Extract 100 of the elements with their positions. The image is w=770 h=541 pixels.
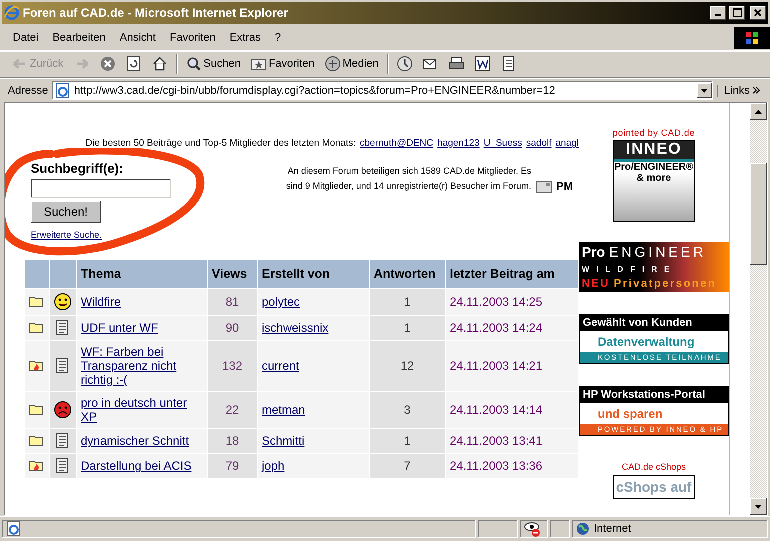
links-button[interactable]: Links <box>717 84 766 97</box>
column-header: Erstellt von <box>258 260 369 288</box>
search-button[interactable]: Suchen! <box>31 201 101 224</box>
menu-item[interactable]: Bearbeiten <box>46 30 113 46</box>
topic-link[interactable]: pro in deutsch unter XP <box>81 396 203 424</box>
table-cell: 12 <box>370 341 445 392</box>
smiley-icon <box>54 293 72 312</box>
column-header: Thema <box>77 260 207 288</box>
document-icon <box>56 358 70 374</box>
scroll-down-icon <box>755 504 762 509</box>
address-field[interactable]: http://ww3.cad.de/cgi-bin/ubb/forumdisplay.cgi?action=topics&forum=Pro+ENGINEER&number=12 <box>52 81 714 100</box>
document-icon <box>56 458 70 474</box>
column-header: Antworten <box>370 260 445 288</box>
search-label: Suchbegriff(e): <box>31 161 124 176</box>
sad-face-icon <box>54 401 72 420</box>
column-header: letzter Beitrag am <box>446 260 578 288</box>
topic-link[interactable]: dynamischer Schnitt <box>81 434 190 448</box>
table-cell: 18 <box>208 429 257 454</box>
scroll-thumb[interactable] <box>750 163 767 266</box>
topic-link[interactable]: Darstellung bei ACIS <box>81 459 192 474</box>
menu-item[interactable]: Favoriten <box>162 30 223 46</box>
menu-item[interactable]: Ansicht <box>112 30 163 46</box>
minimize-button[interactable] <box>710 6 726 20</box>
table-cell: 3 <box>370 392 445 428</box>
advanced-search-link[interactable]: Erweiterte Suche. <box>31 230 171 240</box>
author-link[interactable]: polytec <box>262 295 300 310</box>
document-icon <box>56 320 70 336</box>
table-cell: 1 <box>370 289 445 316</box>
banner-text: NEU <box>582 278 610 290</box>
author-link[interactable]: joph <box>262 459 285 474</box>
home-icon <box>152 56 168 72</box>
windows-logo-icon <box>734 26 770 49</box>
dropdown-button[interactable] <box>697 83 712 98</box>
media-button[interactable]: Medien <box>320 54 383 74</box>
header-cell <box>25 260 49 288</box>
privacy-icon <box>524 521 542 538</box>
topic-link[interactable]: WF: Farben bei Transparenz nicht richtig :-( <box>81 345 203 388</box>
page-icon <box>6 521 22 538</box>
scroll-up-icon <box>755 110 762 114</box>
top-members-text: Die besten 50 Beiträge und Top-5 Mitglieder des letzten Monats: <box>86 138 356 150</box>
table-cell: 24.11.2003 14:14 <box>446 392 578 428</box>
address-label: Adresse <box>8 84 48 97</box>
banner-text: WILDFIRE <box>582 264 678 274</box>
banner-text: Privatpersonen <box>614 278 717 290</box>
banner-text: Pro/ENGINEER® <box>614 162 694 174</box>
favorites-button[interactable]: Favoriten <box>246 54 319 74</box>
inneo-banner[interactable]: INNEO Pro/ENGINEER® & more <box>613 140 695 222</box>
shop-caption: CAD.de cShops <box>622 462 686 472</box>
menu-item[interactable]: Extras <box>222 30 268 46</box>
close-button[interactable] <box>750 6 766 20</box>
banner-text: und sparen <box>597 406 664 423</box>
table-cell: 7 <box>370 454 445 478</box>
document-icon <box>500 56 517 72</box>
table-cell: 81 <box>208 289 257 316</box>
chevron-icon <box>753 87 760 94</box>
banner-text: Gewählt von Kunden <box>580 315 728 332</box>
table-cell: 24.11.2003 14:25 <box>446 289 578 316</box>
sponsor-caption: pointed by CAD.de <box>612 128 696 138</box>
status-panel <box>550 520 570 538</box>
document-icon <box>56 433 70 450</box>
maximize-icon <box>732 8 742 18</box>
topic-link[interactable]: Wildfire <box>81 295 122 310</box>
edit-icon <box>474 56 491 72</box>
refresh-icon <box>126 56 142 72</box>
pm-link[interactable]: PM <box>556 180 573 193</box>
member-link[interactable]: sadolf <box>526 138 552 150</box>
search-button[interactable]: Suchen <box>182 54 245 74</box>
window-title: Foren auf CAD.de - Microsoft Internet Explorer <box>23 6 290 20</box>
banner-text: Datenverwaltung <box>597 334 696 351</box>
table-cell: 24.11.2003 13:41 <box>446 429 578 454</box>
globe-icon <box>576 522 590 536</box>
column-header: Views <box>208 260 257 288</box>
topic-link[interactable]: UDF unter WF <box>81 321 158 336</box>
minimize-icon <box>715 14 721 16</box>
table-cell: 90 <box>208 316 257 340</box>
maximize-button[interactable] <box>729 6 745 20</box>
author-link[interactable]: Schmitti <box>262 434 305 448</box>
table-cell: 79 <box>208 454 257 478</box>
table-cell: 1 <box>370 316 445 340</box>
header-cell <box>50 260 76 288</box>
author-link[interactable]: metman <box>262 403 306 418</box>
search-icon <box>186 56 202 72</box>
search-field[interactable] <box>31 179 171 198</box>
member-link[interactable]: U_Suess <box>484 138 522 150</box>
author-link[interactable]: ischweissnix <box>262 321 329 336</box>
member-link[interactable]: cbernuth@DENC <box>360 138 434 150</box>
banner-text: Pro <box>582 244 606 260</box>
zone-label: Internet <box>594 523 632 536</box>
scrollbar[interactable] <box>750 103 767 516</box>
menu-item[interactable]: ? <box>268 30 288 46</box>
member-link[interactable]: hagen123 <box>438 138 480 150</box>
caret-icon <box>701 88 708 93</box>
member-link[interactable]: anagl <box>556 138 579 150</box>
table-cell: 24.11.2003 14:24 <box>446 316 578 340</box>
banner-text: INNEO <box>614 141 694 162</box>
print-icon <box>448 56 465 72</box>
status-panel <box>478 520 518 538</box>
close-icon <box>754 8 762 17</box>
menu-item[interactable]: Datei <box>6 30 46 46</box>
author-link[interactable]: current <box>262 359 300 374</box>
